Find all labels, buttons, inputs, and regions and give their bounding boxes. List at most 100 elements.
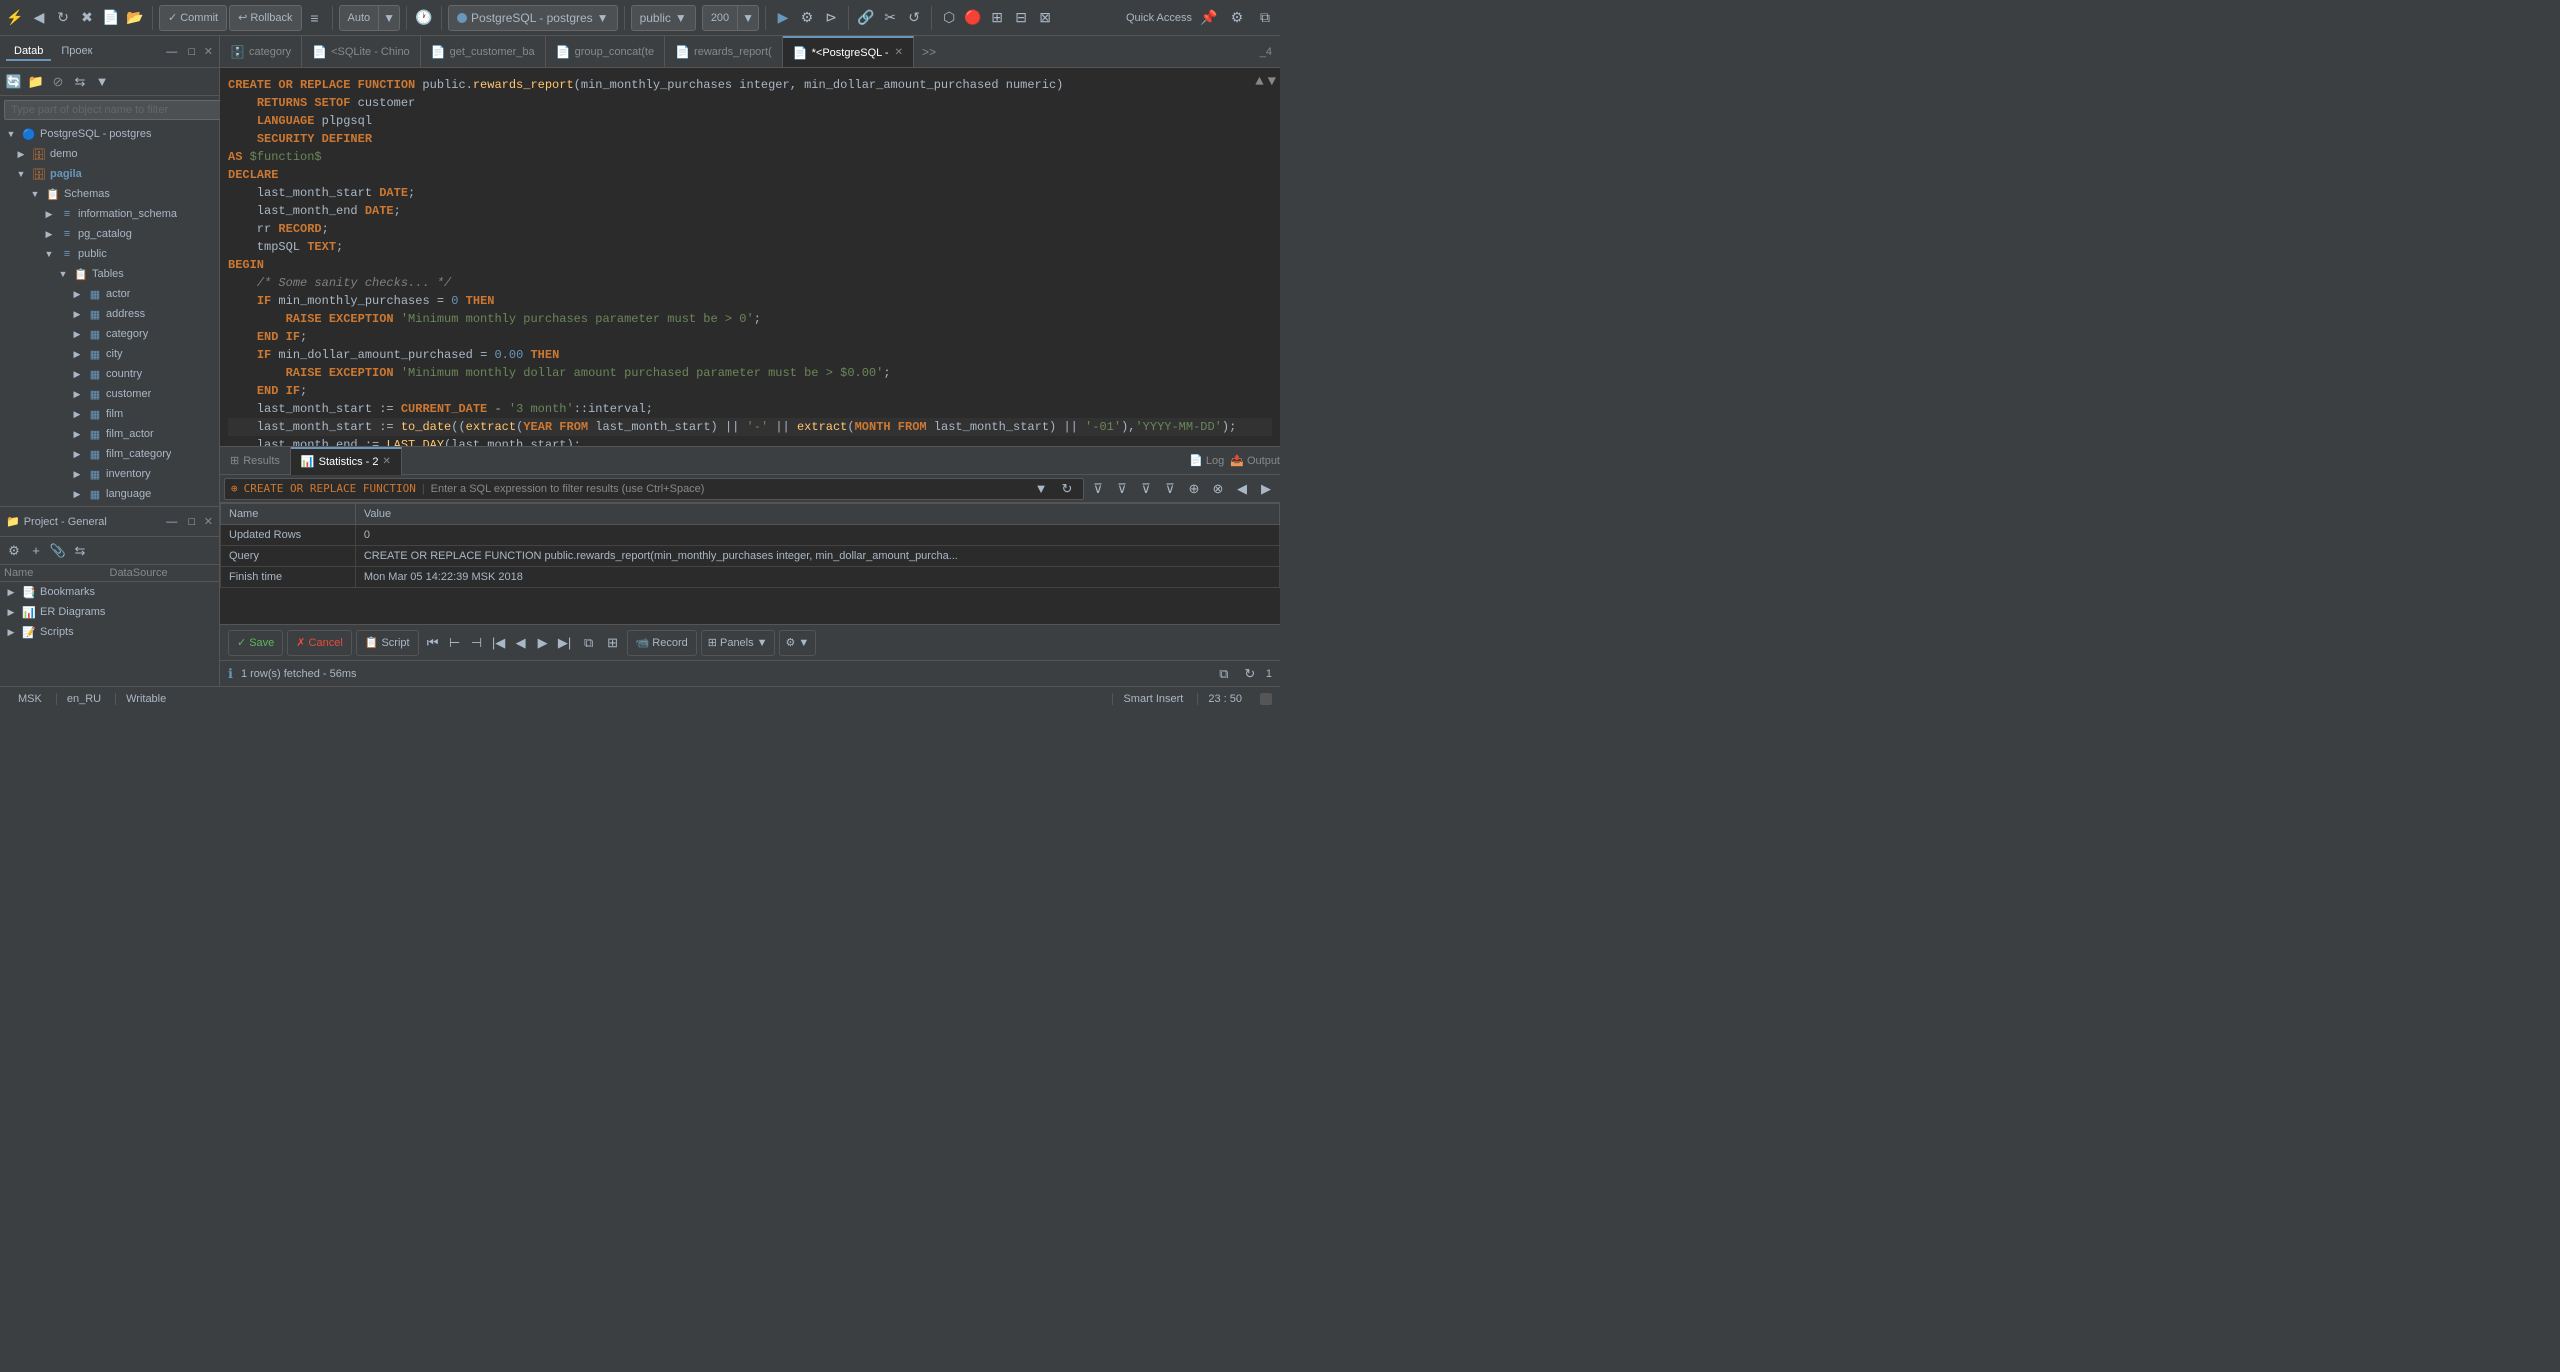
results-filter-dropdown[interactable]: ▼ xyxy=(1031,479,1051,499)
toolbar-format-icon[interactable]: ≡ xyxy=(304,7,326,29)
tree-arrow-film-actor[interactable]: ▶ xyxy=(70,427,84,441)
toolbar-more3-icon[interactable]: ⊞ xyxy=(986,7,1008,29)
toolbar-more1-icon[interactable]: ⬡ xyxy=(938,7,960,29)
limit-dropdown[interactable]: 200 ▼ xyxy=(702,5,759,31)
project-sync-icon[interactable]: ⇆ xyxy=(70,541,90,561)
log-button[interactable]: 📄 Log xyxy=(1189,454,1224,467)
sidebar-sync-icon[interactable]: ⇆ xyxy=(70,72,90,92)
toolbar-reconnect-icon[interactable]: ↺ xyxy=(903,7,925,29)
tree-item-demo[interactable]: ▶ 🗄 demo xyxy=(0,144,219,164)
toolbar-settings-icon[interactable]: ⚙ xyxy=(1226,7,1248,29)
sidebar-filter-icon[interactable]: ⊘ xyxy=(48,72,68,92)
tab-close-postgresql-active[interactable]: ✕ xyxy=(895,47,903,58)
rollback-button[interactable]: ↩ Rollback xyxy=(229,5,301,31)
toolbar-more5-icon[interactable]: ⊠ xyxy=(1034,7,1056,29)
scroll-down-arrow[interactable]: ▼ xyxy=(1268,72,1276,93)
tree-item-country[interactable]: ▶ ▦ country xyxy=(0,364,219,384)
toolbar-refresh-icon[interactable]: ↻ xyxy=(52,7,74,29)
results-page-copy-icon[interactable]: ⧉ xyxy=(1214,664,1234,684)
tree-item-info-schema[interactable]: ▶ ≡ information_schema xyxy=(0,204,219,224)
tree-item-schemas[interactable]: ▼ 📋 Schemas xyxy=(0,184,219,204)
scroll-up-arrow[interactable]: ▲ xyxy=(1255,72,1263,93)
tree-arrow-city[interactable]: ▶ xyxy=(70,347,84,361)
tab-group-concat[interactable]: 📄 group_concat(te xyxy=(546,36,665,68)
results-export-icon[interactable]: ⊞ xyxy=(603,633,623,653)
toolbar-new-icon[interactable]: 📄 xyxy=(100,7,122,29)
tab-overflow-indicator[interactable]: >> xyxy=(914,36,944,68)
project-minimize-icon[interactable]: — xyxy=(164,514,180,530)
results-nav-prev[interactable]: ◀ xyxy=(1232,479,1252,499)
project-maximize-icon[interactable]: □ xyxy=(184,514,200,530)
nav-align-right-icon[interactable]: ⊣ xyxy=(467,633,487,653)
tree-item-address[interactable]: ▶ ▦ address xyxy=(0,304,219,324)
tree-item-customer[interactable]: ▶ ▦ customer xyxy=(0,384,219,404)
project-item-er-diagrams[interactable]: ▶ 📊 ER Diagrams xyxy=(0,602,219,622)
settings-button[interactable]: ⚙ ▼ xyxy=(779,630,817,656)
tree-arrow-public[interactable]: ▼ xyxy=(42,247,56,261)
table-row[interactable]: Query CREATE OR REPLACE FUNCTION public.… xyxy=(221,546,1280,567)
tree-arrow-postgresql[interactable]: ▼ xyxy=(4,127,18,141)
tree-arrow-language[interactable]: ▶ xyxy=(70,487,84,501)
tab-sqlite[interactable]: 📄 <SQLite - Chino xyxy=(302,36,421,68)
output-button[interactable]: 📤 Output xyxy=(1230,454,1280,467)
tree-item-film-actor[interactable]: ▶ ▦ film_actor xyxy=(0,424,219,444)
tree-arrow-info-schema[interactable]: ▶ xyxy=(42,207,56,221)
tab-postgresql-active[interactable]: 📄 *<PostgreSQL - ✕ xyxy=(783,36,914,68)
status-settings-icon[interactable] xyxy=(1260,693,1272,705)
tree-item-public[interactable]: ▼ ≡ public xyxy=(0,244,219,264)
results-page-refresh-icon[interactable]: ↻ xyxy=(1240,664,1260,684)
results-filter-btn-3[interactable]: ⊽ xyxy=(1136,479,1156,499)
nav-last-btn[interactable]: ▶| xyxy=(555,633,575,653)
tree-arrow-tables[interactable]: ▼ xyxy=(56,267,70,281)
project-arrow-bookmarks[interactable]: ▶ xyxy=(4,585,18,599)
nav-next-btn[interactable]: ▶ xyxy=(533,633,553,653)
project-arrow-scripts[interactable]: ▶ xyxy=(4,625,18,639)
project-arrow-er-diagrams[interactable]: ▶ xyxy=(4,605,18,619)
tree-arrow-customer[interactable]: ▶ xyxy=(70,387,84,401)
tab-category[interactable]: 🗄️ category xyxy=(220,36,302,68)
tree-item-category[interactable]: ▶ ▦ category xyxy=(0,324,219,344)
toolbar-run-script-icon[interactable]: ⊳ xyxy=(820,7,842,29)
toolbar-window-icon[interactable]: ⧉ xyxy=(1254,7,1276,29)
toolbar-pin-icon[interactable]: 📌 xyxy=(1198,7,1220,29)
toolbar-connect-icon[interactable]: 🔗 xyxy=(855,7,877,29)
panels-button[interactable]: ⊞ Panels ▼ xyxy=(701,630,775,656)
tree-arrow-inventory[interactable]: ▶ xyxy=(70,467,84,481)
sidebar-tab-project[interactable]: Проек xyxy=(53,43,100,61)
sidebar-folder-icon[interactable]: 📁 xyxy=(26,72,46,92)
auto-commit-dropdown[interactable]: Auto ▼ xyxy=(339,5,401,31)
results-filter-btn-1[interactable]: ⊽ xyxy=(1088,479,1108,499)
project-close-icon[interactable]: ✕ xyxy=(204,515,213,528)
toolbar-run-icon[interactable]: ▶ xyxy=(772,7,794,29)
table-row[interactable]: Finish time Mon Mar 05 14:22:39 MSK 2018 xyxy=(221,567,1280,588)
project-new-icon[interactable]: + xyxy=(26,541,46,561)
tree-item-inventory[interactable]: ▶ ▦ inventory xyxy=(0,464,219,484)
project-item-scripts[interactable]: ▶ 📝 Scripts xyxy=(0,622,219,642)
tree-item-city[interactable]: ▶ ▦ city xyxy=(0,344,219,364)
tree-item-pg-catalog[interactable]: ▶ ≡ pg_catalog xyxy=(0,224,219,244)
toolbar-back-icon[interactable]: ◀ xyxy=(28,7,50,29)
tree-item-postgresql[interactable]: ▼ 🔵 PostgreSQL - postgres xyxy=(0,124,219,144)
results-filter-btn-2[interactable]: ⊽ xyxy=(1112,479,1132,499)
results-nav-next[interactable]: ▶ xyxy=(1256,479,1276,499)
results-filter-btn-4[interactable]: ⊽ xyxy=(1160,479,1180,499)
tree-item-language[interactable]: ▶ ▦ language xyxy=(0,484,219,504)
connection-selector[interactable]: PostgreSQL - postgres ▼ xyxy=(448,5,618,31)
tree-arrow-actor[interactable]: ▶ xyxy=(70,287,84,301)
tree-item-film[interactable]: ▶ ▦ film xyxy=(0,404,219,424)
nav-first-icon[interactable]: ⏮ xyxy=(423,633,443,653)
filter-input[interactable] xyxy=(4,100,223,120)
project-item-bookmarks[interactable]: ▶ 📑 Bookmarks xyxy=(0,582,219,602)
schema-dropdown-arrow[interactable]: ▼ xyxy=(675,11,687,25)
nav-prev-btn[interactable]: ◀ xyxy=(511,633,531,653)
nav-align-left-icon[interactable]: ⊢ xyxy=(445,633,465,653)
project-add-icon[interactable]: 📎 xyxy=(48,541,68,561)
tree-arrow-country[interactable]: ▶ xyxy=(70,367,84,381)
tree-arrow-pagila[interactable]: ▼ xyxy=(14,167,28,181)
tree-arrow-pg-catalog[interactable]: ▶ xyxy=(42,227,56,241)
toolbar-home-icon[interactable]: ⚡ xyxy=(4,7,26,29)
sidebar-close-icon[interactable]: ✕ xyxy=(204,45,213,58)
schema-selector[interactable]: public ▼ xyxy=(631,5,696,31)
tree-item-pagila[interactable]: ▼ 🗄 pagila xyxy=(0,164,219,184)
tab-get-customer[interactable]: 📄 get_customer_ba xyxy=(421,36,546,68)
